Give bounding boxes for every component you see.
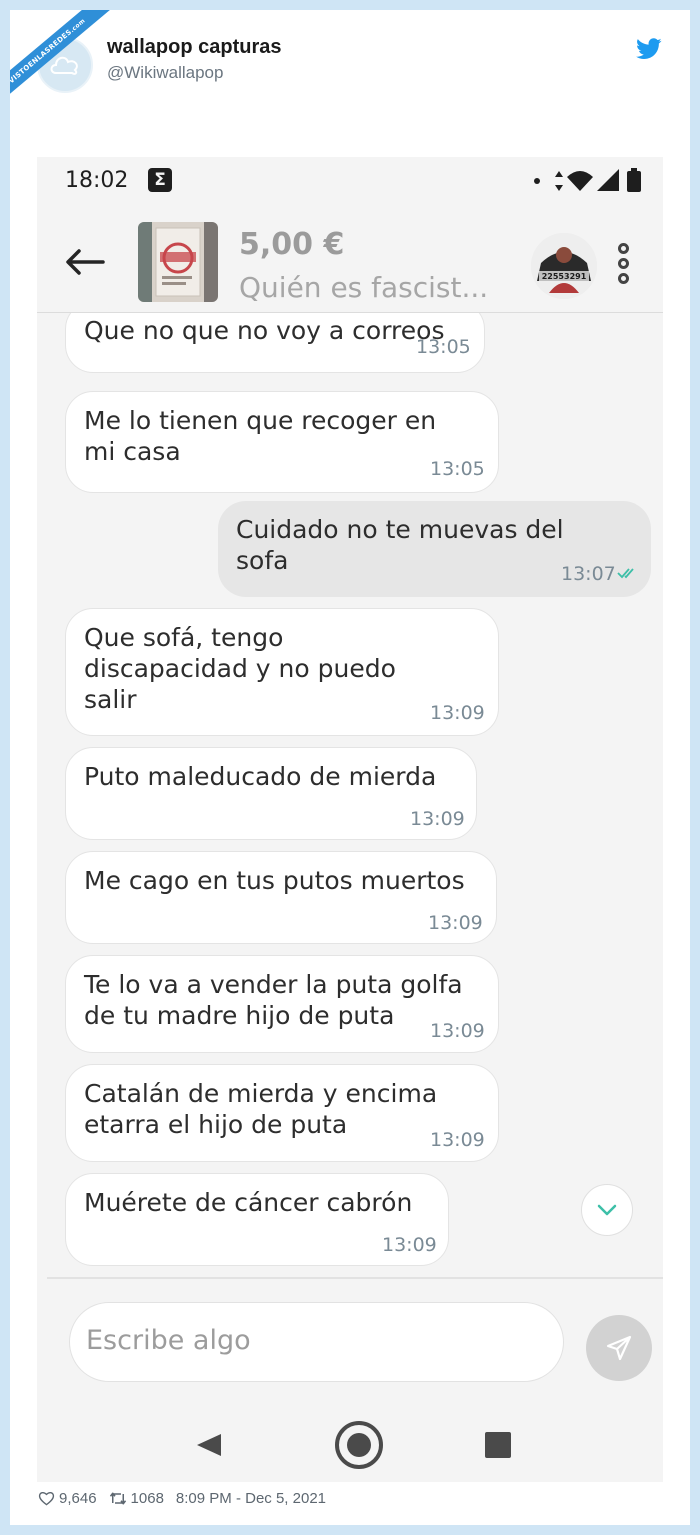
signal-icon (597, 169, 619, 191)
heart-icon (38, 1492, 55, 1506)
message-time: 13:09 (428, 912, 483, 934)
message-time: 13:09 (382, 1234, 437, 1256)
message-input[interactable]: Escribe algo (69, 1302, 564, 1382)
message-time: 13:09 (430, 1020, 485, 1042)
data-arrows-icon (555, 171, 563, 191)
message-input-placeholder: Escribe algo (86, 1325, 251, 1356)
battery-icon (627, 168, 641, 192)
message-text: Catalán de mierda y encima etarra el hij… (84, 1079, 438, 1139)
item-thumbnail[interactable] (138, 222, 218, 302)
item-photo (138, 222, 218, 302)
message-text: Que no que no voy a correos (84, 316, 445, 345)
message-text: Me lo tienen que recoger en mi casa (84, 406, 437, 466)
status-bar: 18:02 Σ (37, 157, 663, 211)
received-message-bubble[interactable]: Te lo va a vender la puta golfa de tu ma… (65, 955, 499, 1053)
like-count: 9,646 (59, 1490, 97, 1507)
seller-tag: 22553291 (542, 272, 587, 281)
message-text: Que sofá, tengo discapacidad y no puedo … (84, 623, 396, 714)
sent-message-bubble[interactable]: Cuidado no te muevas del sofa 13:07 (218, 501, 651, 597)
user-handle[interactable]: @Wikiwallapop (107, 63, 223, 83)
message-time: 13:09 (430, 1129, 485, 1151)
tweet-timestamp[interactable]: 8:09 PM - Dec 5, 2021 (176, 1490, 326, 1507)
message-text: Me cago en tus putos muertos (84, 866, 465, 895)
message-time: 13:09 (410, 808, 465, 830)
wifi-icon (567, 171, 593, 191)
like-group[interactable]: 9,646 (38, 1490, 97, 1507)
twitter-bird-icon[interactable] (636, 38, 662, 60)
received-message-bubble[interactable]: Me cago en tus putos muertos 13:09 (65, 851, 497, 944)
sigma-indicator-icon: Σ (148, 168, 172, 192)
nav-home-icon (335, 1421, 383, 1469)
status-icons (534, 168, 641, 192)
phone-screenshot: 18:02 Σ 5,00 € Quién es fascist... 22553… (37, 157, 663, 1482)
item-price: 5,00 € (239, 227, 345, 262)
message-list[interactable]: Que no que no voy a correos 13:05 Me lo ti… (37, 313, 663, 1273)
message-time: 13:05 (430, 458, 485, 480)
received-message-bubble[interactable]: Me lo tienen que recoger en mi casa 13:05 (65, 391, 499, 493)
message-text: Cuidado no te muevas del sofa (236, 515, 564, 575)
seller-avatar[interactable]: 22553291 (531, 233, 597, 299)
received-message-bubble[interactable]: Que no que no voy a correos 13:05 (65, 313, 485, 373)
status-time: 18:02 (65, 168, 129, 193)
retweet-group[interactable]: 1068 (109, 1490, 164, 1507)
nav-recents-icon (485, 1432, 511, 1458)
tweet-card: VISTOENLASREDES.com wallapop capturas @W… (10, 10, 690, 1525)
dot-icon (534, 178, 540, 184)
back-arrow-icon[interactable] (63, 247, 107, 277)
retweet-count: 1068 (130, 1490, 164, 1507)
send-button[interactable] (586, 1315, 652, 1381)
message-text: Puto maleducado de mierda (84, 762, 437, 791)
received-message-bubble[interactable]: Catalán de mierda y encima etarra el hij… (65, 1064, 499, 1162)
message-time: 13:07 (561, 563, 616, 585)
more-options-icon[interactable] (616, 243, 630, 291)
tweet-header: wallapop capturas @Wikiwallapop (10, 10, 690, 120)
composer-divider (47, 1277, 663, 1279)
received-message-bubble[interactable]: Que sofá, tengo discapacidad y no puedo … (65, 608, 499, 736)
retweet-icon (109, 1492, 126, 1505)
message-text: Muérete de cáncer cabrón (84, 1188, 413, 1217)
chevron-down-icon (597, 1204, 617, 1216)
tweet-footer: 9,646 1068 8:09 PM - Dec 5, 2021 (38, 1490, 326, 1507)
message-text: Te lo va a vender la puta golfa de tu ma… (84, 970, 463, 1030)
chat-app-bar: 5,00 € Quién es fascist... 22553291 (37, 211, 663, 313)
message-time: 13:09 (430, 702, 485, 724)
scroll-to-bottom-button[interactable] (581, 1184, 633, 1236)
message-time: 13:05 (416, 336, 471, 358)
item-title[interactable]: Quién es fascist... (239, 271, 488, 304)
display-name[interactable]: wallapop capturas (107, 36, 282, 59)
nav-back-icon (197, 1434, 221, 1456)
android-nav-bar (197, 1421, 511, 1469)
received-message-bubble[interactable]: Muérete de cáncer cabrón 13:09 (65, 1173, 449, 1266)
watermark-sub: .com (68, 17, 87, 35)
read-receipt-icon (617, 568, 634, 579)
received-message-bubble[interactable]: Puto maleducado de mierda 13:09 (65, 747, 477, 840)
seller-photo: 22553291 (531, 233, 597, 299)
send-icon (606, 1335, 632, 1361)
